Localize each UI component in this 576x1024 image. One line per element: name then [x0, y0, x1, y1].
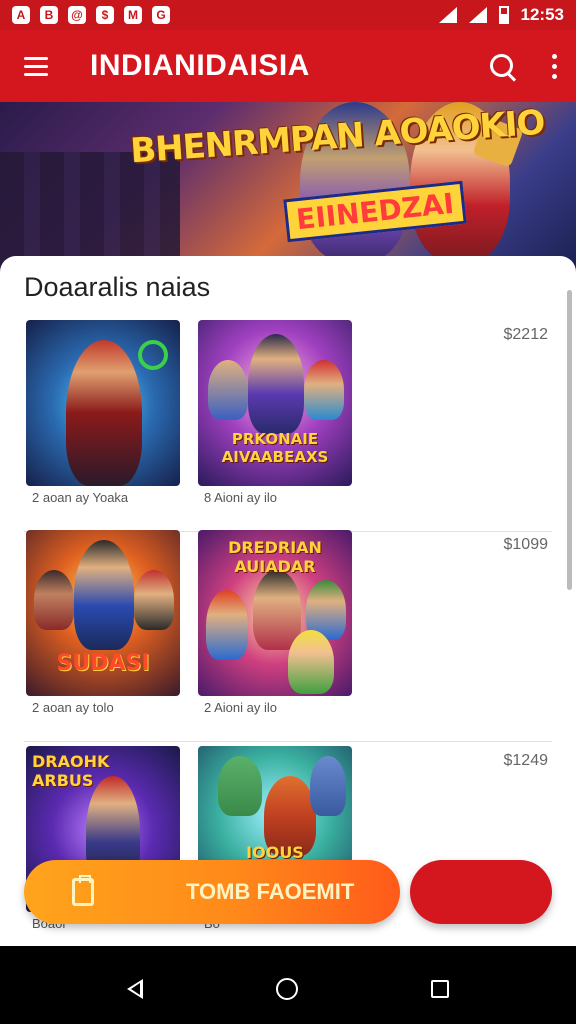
game-label: 2 aoan ay Yoaka [32, 490, 129, 505]
primary-action-label: TOMB FAOEMIT [186, 879, 355, 904]
recent-apps-icon[interactable] [431, 980, 450, 998]
more-options-icon[interactable] [532, 30, 576, 102]
clipboard-icon [72, 875, 94, 906]
game-thumbnail[interactable] [26, 320, 180, 486]
game-thumbnail[interactable]: PRKONAIE AIVAABEAXS [198, 320, 352, 486]
game-label: 2 Aioni ay ilo [204, 700, 277, 715]
status-time: 12:53 [520, 5, 564, 24]
game-price: $2212 [503, 326, 549, 343]
scrollbar[interactable] [567, 290, 572, 590]
game-price: $1249 [503, 752, 549, 769]
app-notification-icon: B [40, 6, 58, 24]
game-price: $1099 [503, 536, 549, 553]
section-title: Doaaralis naias [24, 272, 211, 302]
battery-icon [498, 6, 509, 24]
secondary-action-button[interactable] [410, 860, 552, 924]
notification-icons: A B @ $ M G [12, 6, 170, 24]
game-thumbnail[interactable]: DREDRIAN AUIADAR [198, 530, 352, 696]
promo-banner[interactable]: BHENRMPAN AOAOKIO EIINEDZAI [0, 102, 576, 272]
game-thumbnail[interactable]: SUDASI [26, 530, 180, 696]
banner-city-art [0, 152, 180, 272]
app-bar: INDIANIDAISIA [0, 30, 576, 102]
game-row: 2 aoan ay Yoaka PRKONAIE AIVAABEAXS 8 Ai… [0, 320, 576, 532]
game-list-card: Doaaralis naias 2 aoan ay Yoaka PRKONAIE… [0, 256, 576, 946]
game-label: 8 Aioni ay ilo [204, 490, 277, 505]
game-row: SUDASI 2 aoan ay tolo DREDRIAN AUIADAR 2… [0, 530, 576, 742]
app-title: INDIANIDAISIA [90, 49, 310, 82]
wifi-signal-icon [438, 7, 457, 23]
row-divider [24, 741, 552, 742]
app-notification-icon: M [124, 6, 142, 24]
search-icon[interactable] [476, 30, 532, 102]
app-notification-icon: G [152, 6, 170, 24]
hamburger-menu-icon[interactable] [0, 30, 72, 102]
primary-action-button[interactable]: TOMB FAOEMIT [24, 860, 400, 924]
app-notification-icon: @ [68, 6, 86, 24]
system-nav-bar [0, 954, 576, 1024]
game-label: 2 aoan ay tolo [32, 700, 114, 715]
cell-signal-icon [468, 7, 487, 23]
back-icon[interactable] [126, 979, 143, 999]
app-notification-icon: $ [96, 6, 114, 24]
status-bar: A B @ $ M G 12:53 [0, 0, 576, 30]
home-icon[interactable] [275, 978, 298, 1000]
app-notification-icon: A [12, 6, 30, 24]
